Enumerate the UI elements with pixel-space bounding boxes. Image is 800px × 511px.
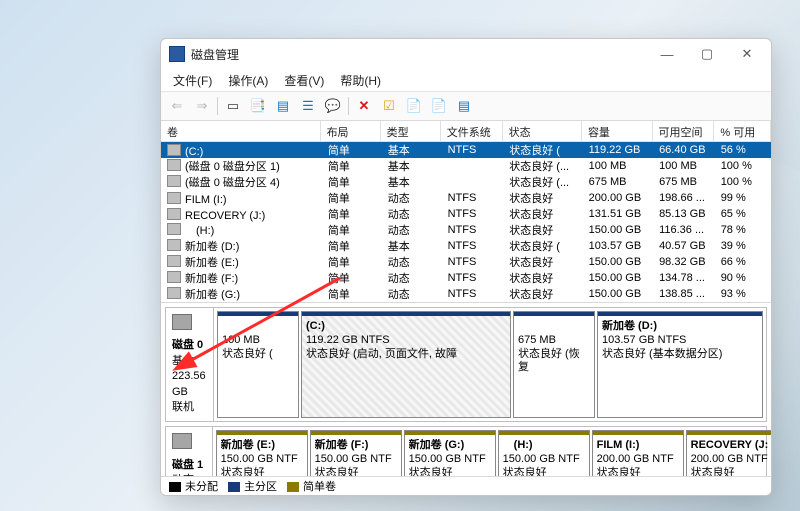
disk-0-partitions: 100 MB状态良好 ((C:)119.22 GB NTFS状态良好 (启动, … <box>214 308 766 421</box>
col-percent-free[interactable]: % 可用 <box>714 121 771 141</box>
partition-block[interactable]: FILM (I:)200.00 GB NTF状态良好 <box>592 430 684 476</box>
volume-row[interactable]: (C:)简单基本NTFS状态良好 (119.22 GB66.40 GB56 % <box>161 142 771 158</box>
disk-1-label[interactable]: 磁盘 1 动态 931.51 GB 联机 <box>166 427 213 476</box>
prop2-icon[interactable]: 📄 <box>427 94 451 118</box>
partition-block[interactable]: (H:)150.00 GB NTF状态良好 <box>498 430 590 476</box>
toolbar-sep <box>348 97 349 115</box>
volume-row[interactable]: RECOVERY (J:)简单动态NTFS状态良好131.51 GB85.13 … <box>161 206 771 222</box>
forward-icon: ⇒ <box>190 94 214 118</box>
legend-simple: 简单卷 <box>287 478 336 494</box>
toolbar-sep <box>217 97 218 115</box>
volume-list[interactable]: 卷 布局 类型 文件系统 状态 容量 可用空间 % 可用 (C:)简单基本NTF… <box>161 121 771 303</box>
partition-block[interactable]: RECOVERY (J:200.00 GB NTF状态良好 <box>686 430 771 476</box>
col-free[interactable]: 可用空间 <box>653 121 715 141</box>
disk-0-kind: 基本 <box>172 355 194 367</box>
disk-0-size: 223.56 GB <box>172 370 206 397</box>
prop1-icon[interactable]: 📄 <box>402 94 426 118</box>
menu-help[interactable]: 帮助(H) <box>332 69 389 92</box>
app-icon <box>169 46 185 62</box>
menu-file[interactable]: 文件(F) <box>165 69 220 92</box>
volume-row[interactable]: 新加卷 (E:)简单动态NTFS状态良好150.00 GB98.32 GB66 … <box>161 254 771 270</box>
partition-block[interactable]: 100 MB状态良好 ( <box>217 311 299 418</box>
col-capacity[interactable]: 容量 <box>582 121 653 141</box>
check-icon[interactable]: ☑ <box>377 94 401 118</box>
volume-row[interactable]: 新加卷 (F:)简单动态NTFS状态良好150.00 GB134.78 ...9… <box>161 270 771 286</box>
disk-1-partitions: 新加卷 (E:)150.00 GB NTF状态良好新加卷 (F:)150.00 … <box>213 427 771 476</box>
toolbar: ⇐ ⇒ ▭ 📑 ▤ ☰ 💬 ✕ ☑ 📄 📄 ▤ <box>161 92 771 121</box>
partition-block[interactable]: (C:)119.22 GB NTFS状态良好 (启动, 页面文件, 故障 <box>301 311 511 418</box>
console-icon[interactable]: ▭ <box>221 94 245 118</box>
volume-row[interactable]: (H:)简单动态NTFS状态良好150.00 GB116.36 ...78 % <box>161 222 771 238</box>
legend-primary: 主分区 <box>228 478 277 494</box>
legend-unallocated: 未分配 <box>169 478 218 494</box>
partition-block[interactable]: 新加卷 (G:)150.00 GB NTF状态良好 <box>404 430 496 476</box>
desktop: 磁盘管理 — ▢ ✕ 文件(F) 操作(A) 查看(V) 帮助(H) ⇐ ⇒ ▭… <box>0 0 800 511</box>
disk-graphical-view[interactable]: 磁盘 0 基本 223.56 GB 联机 100 MB状态良好 ((C:)119… <box>161 303 771 476</box>
partition-block[interactable]: 675 MB状态良好 (恢复 <box>513 311 595 418</box>
volume-header[interactable]: 卷 布局 类型 文件系统 状态 容量 可用空间 % 可用 <box>161 121 771 142</box>
partition-block[interactable]: 新加卷 (F:)150.00 GB NTF状态良好 <box>310 430 402 476</box>
menu-action[interactable]: 操作(A) <box>220 69 276 92</box>
partition-block[interactable]: 新加卷 (E:)150.00 GB NTF状态良好 <box>216 430 308 476</box>
disk-icon <box>172 314 192 330</box>
disk-0-pane[interactable]: 磁盘 0 基本 223.56 GB 联机 100 MB状态良好 ((C:)119… <box>165 307 767 422</box>
volume-row[interactable]: FILM (I:)简单动态NTFS状态良好200.00 GB198.66 ...… <box>161 190 771 206</box>
title-bar[interactable]: 磁盘管理 — ▢ ✕ <box>161 39 771 69</box>
col-layout[interactable]: 布局 <box>321 121 381 141</box>
col-type[interactable]: 类型 <box>381 121 441 141</box>
disk-0-label[interactable]: 磁盘 0 基本 223.56 GB 联机 <box>166 308 214 421</box>
volume-row[interactable]: (磁盘 0 磁盘分区 1)简单基本状态良好 (...100 MB100 MB10… <box>161 158 771 174</box>
back-icon: ⇐ <box>165 94 189 118</box>
help-icon[interactable]: 💬 <box>321 94 345 118</box>
col-filesystem[interactable]: 文件系统 <box>441 121 503 141</box>
disk-icon <box>172 433 192 449</box>
disk-1-title: 磁盘 1 <box>172 459 203 471</box>
legend-bar: 未分配 主分区 简单卷 <box>161 476 771 495</box>
maximize-button[interactable]: ▢ <box>687 39 727 69</box>
close-button[interactable]: ✕ <box>727 39 767 69</box>
partition-block[interactable]: 新加卷 (D:)103.57 GB NTFS状态良好 (基本数据分区) <box>597 311 763 418</box>
delete-icon[interactable]: ✕ <box>352 94 376 118</box>
window-title: 磁盘管理 <box>191 46 647 63</box>
disk-1-pane[interactable]: 磁盘 1 动态 931.51 GB 联机 新加卷 (E:)150.00 GB N… <box>165 426 767 476</box>
volume-row[interactable]: 新加卷 (D:)简单基本NTFS状态良好 (103.57 GB40.57 GB3… <box>161 238 771 254</box>
view2-icon[interactable]: ☰ <box>296 94 320 118</box>
volume-row[interactable]: 新加卷 (G:)简单动态NTFS状态良好150.00 GB138.85 ...9… <box>161 286 771 302</box>
minimize-button[interactable]: — <box>647 39 687 69</box>
layout-icon[interactable]: ▤ <box>452 94 476 118</box>
disk-0-title: 磁盘 0 <box>172 339 203 351</box>
menu-bar: 文件(F) 操作(A) 查看(V) 帮助(H) <box>161 69 771 92</box>
refresh-icon[interactable]: 📑 <box>246 94 270 118</box>
volume-row[interactable]: (磁盘 0 磁盘分区 4)简单基本状态良好 (...675 MB675 MB10… <box>161 174 771 190</box>
disk-0-state: 联机 <box>172 401 194 413</box>
col-status[interactable]: 状态 <box>503 121 582 141</box>
volume-rows[interactable]: (C:)简单基本NTFS状态良好 (119.22 GB66.40 GB56 %(… <box>161 142 771 302</box>
col-volume[interactable]: 卷 <box>161 121 321 141</box>
menu-view[interactable]: 查看(V) <box>276 69 332 92</box>
view1-icon[interactable]: ▤ <box>271 94 295 118</box>
disk-management-window: 磁盘管理 — ▢ ✕ 文件(F) 操作(A) 查看(V) 帮助(H) ⇐ ⇒ ▭… <box>160 38 772 496</box>
